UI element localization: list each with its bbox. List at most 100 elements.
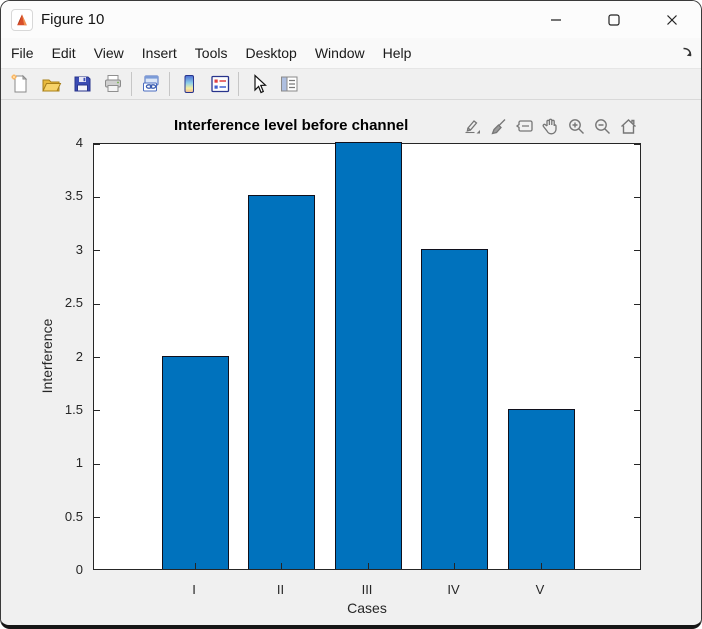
y-tick-mark bbox=[634, 569, 640, 570]
y-tick-mark bbox=[94, 517, 100, 519]
x-tick-mark bbox=[540, 563, 542, 569]
zoom-in-icon bbox=[569, 119, 584, 134]
open-file-button[interactable] bbox=[35, 71, 66, 98]
dock-figure-arrow-icon[interactable] bbox=[681, 46, 694, 64]
edit-plot-button[interactable] bbox=[242, 71, 273, 98]
y-axis-tick-label: 2.5 bbox=[64, 295, 83, 311]
menu-bar: File Edit View Insert Tools Desktop Wind… bbox=[1, 38, 701, 68]
bar-IV bbox=[421, 248, 488, 569]
y-tick-mark bbox=[94, 410, 100, 412]
toolbar-separator bbox=[169, 72, 170, 96]
x-tick-mark bbox=[281, 563, 282, 569]
x-tick-mark bbox=[454, 563, 455, 569]
maximize-button[interactable] bbox=[585, 1, 643, 38]
y-tick-mark bbox=[634, 303, 640, 305]
open-folder-icon bbox=[41, 79, 61, 92]
y-axis-tick-label: 3 bbox=[75, 241, 83, 257]
y-tick-mark bbox=[634, 410, 640, 412]
link-plot-icon bbox=[142, 75, 158, 92]
menu-item-insert[interactable]: Insert bbox=[133, 38, 186, 68]
chart-title: Interference level before channel bbox=[174, 117, 409, 134]
restore-view-button[interactable] bbox=[618, 115, 639, 139]
window-title: Figure 10 bbox=[41, 11, 105, 28]
y-tick-mark bbox=[94, 303, 100, 305]
datatip-icon bbox=[515, 120, 533, 132]
home-icon bbox=[621, 119, 636, 134]
printer-icon bbox=[104, 75, 121, 92]
y-tick-mark bbox=[634, 144, 640, 145]
link-plot-button[interactable] bbox=[135, 71, 166, 98]
x-axis-tick-label: I bbox=[192, 582, 196, 597]
figure-canvas: Interference level before channel Interf… bbox=[1, 100, 701, 625]
y-tick-mark bbox=[94, 196, 100, 198]
y-axis-tick-label: 0.5 bbox=[64, 508, 83, 524]
y-tick-mark bbox=[94, 463, 100, 465]
y-axis-tick-label: 4 bbox=[75, 135, 83, 150]
zoom-out-icon bbox=[595, 119, 610, 134]
pan-button[interactable] bbox=[540, 115, 561, 139]
x-axis-label: Cases bbox=[347, 600, 387, 616]
y-axis-tick-label: 0 bbox=[75, 562, 83, 577]
legend-icon bbox=[210, 75, 229, 93]
axes-toolbar bbox=[458, 113, 639, 140]
property-inspector-icon bbox=[280, 76, 297, 92]
y-tick-mark bbox=[94, 569, 100, 570]
menu-item-tools[interactable]: Tools bbox=[186, 38, 237, 68]
print-figure-button[interactable] bbox=[97, 71, 128, 98]
y-axis-tick-label: 2 bbox=[75, 348, 83, 364]
menu-item-file[interactable]: File bbox=[2, 38, 43, 68]
menu-item-help[interactable]: Help bbox=[374, 38, 421, 68]
x-axis-tick-label: III bbox=[361, 582, 373, 597]
menu-item-edit[interactable]: Edit bbox=[43, 38, 85, 68]
y-tick-mark bbox=[634, 517, 640, 519]
window-controls bbox=[527, 1, 701, 38]
export-pencil-icon bbox=[465, 120, 480, 134]
insert-colorbar-button[interactable] bbox=[173, 71, 204, 98]
bar-III bbox=[334, 142, 402, 569]
menu-item-view[interactable]: View bbox=[85, 38, 133, 68]
y-tick-mark bbox=[94, 144, 100, 145]
y-tick-mark bbox=[634, 463, 640, 465]
menu-item-desktop[interactable]: Desktop bbox=[236, 38, 305, 68]
zoom-in-button[interactable] bbox=[566, 115, 587, 139]
x-axis-tick-label: IV bbox=[447, 582, 460, 597]
zoom-out-button[interactable] bbox=[592, 115, 613, 139]
y-tick-mark bbox=[634, 250, 640, 252]
matlab-figure-window: Figure 10 File Edit View Insert Tools De… bbox=[0, 0, 702, 629]
x-axis-tick-label: II bbox=[276, 582, 285, 597]
new-figure-button[interactable] bbox=[4, 71, 35, 98]
x-tick-mark bbox=[367, 563, 369, 569]
figure-toolbar bbox=[1, 68, 701, 100]
plot-area bbox=[93, 142, 641, 570]
colorbar-icon bbox=[184, 75, 194, 93]
bar-V bbox=[507, 408, 575, 569]
minimize-button[interactable] bbox=[527, 1, 585, 38]
new-document-icon bbox=[10, 74, 27, 93]
x-axis-tick-label: V bbox=[535, 582, 545, 597]
title-bar: Figure 10 bbox=[1, 1, 701, 38]
toolbar-separator bbox=[238, 72, 239, 96]
toolbar-separator bbox=[131, 72, 132, 96]
cursor-arrow-icon bbox=[253, 74, 267, 94]
data-tips-button[interactable] bbox=[514, 115, 535, 139]
x-tick-mark bbox=[194, 563, 196, 569]
menu-item-window[interactable]: Window bbox=[306, 38, 374, 68]
y-axis-tick-label: 3.5 bbox=[64, 188, 83, 204]
y-tick-mark bbox=[94, 250, 100, 252]
y-tick-mark bbox=[94, 357, 100, 358]
matlab-logo-icon bbox=[11, 8, 33, 31]
insert-legend-button[interactable] bbox=[204, 71, 235, 98]
pan-hand-icon bbox=[542, 118, 557, 135]
bar-II bbox=[248, 195, 315, 569]
y-axis-tick-label: 1.5 bbox=[64, 401, 83, 417]
property-inspector-button[interactable] bbox=[273, 71, 304, 98]
y-tick-mark bbox=[634, 196, 640, 198]
y-tick-mark bbox=[634, 357, 640, 358]
brush-data-button[interactable] bbox=[488, 115, 509, 139]
bar-I bbox=[161, 355, 229, 569]
save-figure-button[interactable] bbox=[66, 71, 97, 98]
close-button[interactable] bbox=[643, 1, 701, 38]
y-axis-tick-label: 1 bbox=[75, 455, 83, 471]
export-button[interactable] bbox=[462, 115, 483, 139]
brush-icon bbox=[491, 119, 506, 135]
